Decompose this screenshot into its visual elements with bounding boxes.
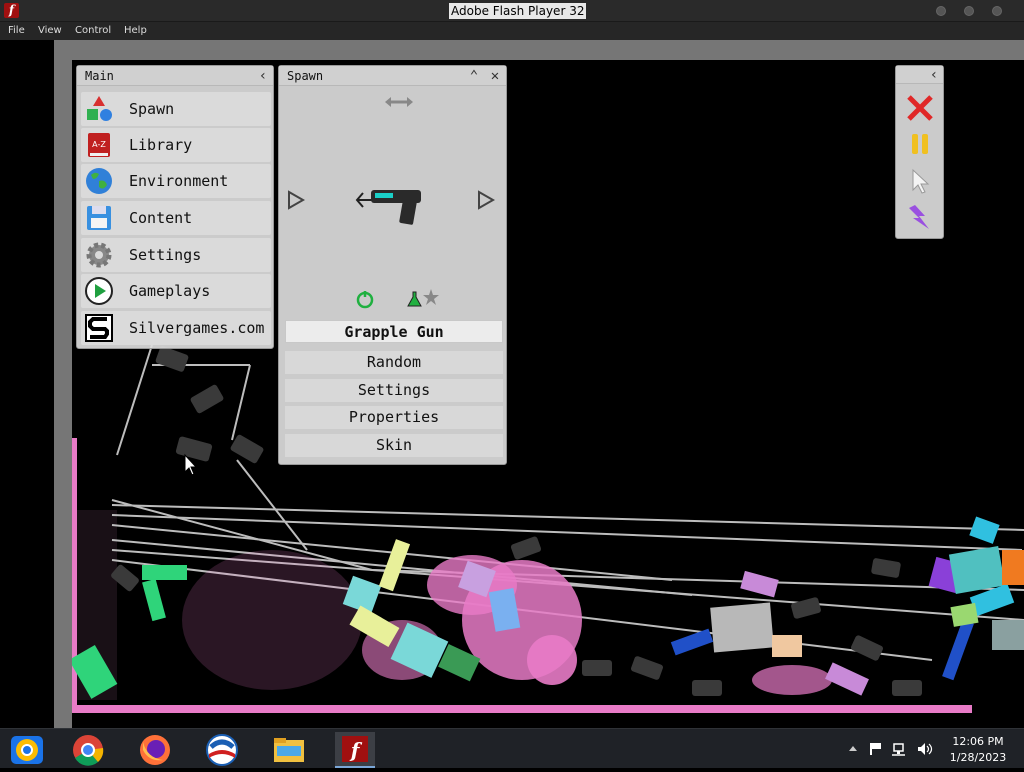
close-icon[interactable]: ✕ xyxy=(487,68,503,84)
menu-control[interactable]: Control xyxy=(75,25,111,36)
properties-button[interactable]: Properties xyxy=(285,406,503,429)
close-button[interactable] xyxy=(992,6,1002,16)
system-tray xyxy=(849,743,933,756)
spawn-panel-title: Spawn xyxy=(287,69,324,83)
resize-arrows-icon[interactable] xyxy=(385,97,413,107)
taskbar-clock[interactable]: 12:06 PM 1/28/2023 xyxy=(942,734,1014,766)
main-item-label: Settings xyxy=(129,246,202,264)
flask-star-icon[interactable] xyxy=(407,289,439,307)
chevron-up-icon[interactable]: ⌃ xyxy=(466,68,482,84)
random-button[interactable]: Random xyxy=(285,351,503,374)
pink-floor xyxy=(72,705,972,713)
main-item-library[interactable]: A-Z Library xyxy=(81,128,271,162)
main-item-label: Content xyxy=(129,209,193,227)
chrome-icon[interactable] xyxy=(68,732,108,768)
cursor-icon[interactable] xyxy=(905,166,935,196)
play-icon xyxy=(85,277,113,305)
network-icon[interactable] xyxy=(892,743,905,756)
main-panel-header[interactable]: Main ‹ xyxy=(77,66,273,86)
main-item-label: Silvergames.com xyxy=(129,319,265,337)
collapse-chevron-icon[interactable]: ‹ xyxy=(255,68,271,84)
next-item-arrow-icon[interactable] xyxy=(478,190,496,210)
spawn-preview xyxy=(288,97,496,309)
main-item-content[interactable]: Content xyxy=(81,201,271,235)
close-x-icon[interactable] xyxy=(905,93,935,123)
volume-icon[interactable] xyxy=(918,743,933,755)
silvergames-logo-icon xyxy=(85,314,113,342)
grapple-gun-icon xyxy=(355,190,421,225)
main-item-spawn[interactable]: Spawn xyxy=(81,92,271,126)
skin-button[interactable]: Skin xyxy=(285,434,503,457)
refresh-icon[interactable] xyxy=(356,291,374,309)
spawn-shapes-icon xyxy=(87,96,112,121)
menu-file[interactable]: File xyxy=(8,25,25,36)
action-center-flag-icon[interactable] xyxy=(870,743,881,755)
main-panel: Main ‹ Spawn A-Z Library Environment Con… xyxy=(76,65,274,349)
main-item-label: Gameplays xyxy=(129,282,211,300)
previous-item-arrow-icon[interactable] xyxy=(288,190,306,210)
file-explorer-icon[interactable] xyxy=(269,732,309,768)
flash-player-icon[interactable]: f xyxy=(335,732,375,768)
menu-help[interactable]: Help xyxy=(124,25,147,36)
main-item-label: Spawn xyxy=(129,100,175,118)
chrome-os-icon[interactable] xyxy=(7,732,47,768)
player-letterbox xyxy=(0,40,54,728)
firefox-icon[interactable] xyxy=(135,732,175,768)
clock-time: 12:06 PM xyxy=(952,735,1004,748)
spawn-panel: Spawn ⌃ ✕ Grapple Gun Random Settings Pr… xyxy=(278,65,507,465)
settings-button[interactable]: Settings xyxy=(285,379,503,402)
minimize-button[interactable] xyxy=(936,6,946,16)
flash-icon: f xyxy=(4,3,19,18)
window-titlebar[interactable]: f Adobe Flash Player 32 xyxy=(0,0,1024,22)
globe-icon xyxy=(86,168,112,194)
main-item-gameplays[interactable]: Gameplays xyxy=(81,274,271,308)
selected-item-grapple-gun[interactable]: Grapple Gun xyxy=(285,320,503,343)
maximize-button[interactable] xyxy=(964,6,974,16)
menubar: File View Control Help xyxy=(0,22,1024,40)
obama-logo-icon[interactable] xyxy=(202,732,242,768)
main-item-label: Environment xyxy=(129,172,229,190)
tray-overflow-icon[interactable] xyxy=(849,746,857,751)
clock-date: 1/28/2023 xyxy=(949,751,1007,764)
spawn-panel-header[interactable]: Spawn ⌃ ✕ xyxy=(279,66,506,86)
tool-panel: ‹ xyxy=(895,65,944,239)
tool-panel-header[interactable]: ‹ xyxy=(896,66,943,84)
main-item-settings[interactable]: Settings xyxy=(81,238,271,272)
main-item-environment[interactable]: Environment xyxy=(81,164,271,198)
collapse-chevron-icon[interactable]: ‹ xyxy=(926,67,942,83)
main-panel-title: Main xyxy=(85,69,114,83)
svg-text:A-Z: A-Z xyxy=(92,140,106,149)
floppy-disk-icon xyxy=(87,206,111,230)
gear-icon xyxy=(86,242,112,268)
pause-icon[interactable] xyxy=(905,129,935,159)
menu-view[interactable]: View xyxy=(38,25,62,36)
main-item-label: Library xyxy=(129,136,193,154)
window-title: Adobe Flash Player 32 xyxy=(449,3,587,19)
taskbar: f 12:06 PM 1/28/2023 xyxy=(0,728,1024,768)
lightning-icon[interactable] xyxy=(905,202,935,232)
library-book-icon: A-Z xyxy=(88,133,110,157)
main-item-silvergames[interactable]: Silvergames.com xyxy=(81,311,271,345)
